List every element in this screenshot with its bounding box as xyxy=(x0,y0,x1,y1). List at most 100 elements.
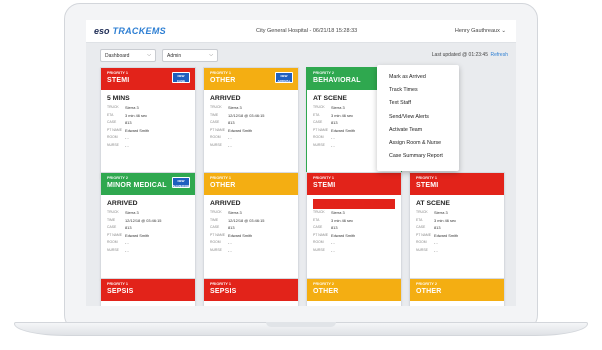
priority-label: PRIORITY 1 xyxy=(313,176,335,180)
card-header: PRIORITY 1 SEPSIS xyxy=(204,279,298,301)
field-row-case: CASE 813 xyxy=(416,225,441,231)
chevron-down-icon: ⌵ xyxy=(209,52,213,58)
user-menu[interactable]: Henry Gauthreaux ⌄ xyxy=(455,28,506,34)
card-header: PRIORITY 1 STEMI NEW CASE xyxy=(101,68,195,90)
case-card[interactable]: PRIORITY 1 STEMI AT SCENE TRUCK Sierra 3 … xyxy=(409,172,505,280)
card-body: ARRIVED TRUCK Sierra 3 TIME 12/12/18 @ 03:… xyxy=(204,195,298,259)
case-status: ARRIVED xyxy=(210,200,241,207)
card-body: ARRIVED TRUCK Sierra 3 TIME 12/12/18 @ 03:… xyxy=(101,195,195,259)
card-header: PRIORITY 1 OTHER xyxy=(204,173,298,195)
field-row-nurse: NURSE - - xyxy=(107,142,129,148)
case-type-label: OTHER xyxy=(313,288,339,295)
field-row-truck: TRUCK Sierra 3 xyxy=(210,105,242,110)
field-row-room: ROOM - - xyxy=(107,240,129,246)
field-row-case: CASE 813 xyxy=(313,225,338,231)
context-menu-item[interactable]: Mark as Arrived xyxy=(389,74,426,80)
case-type-label: STEMI xyxy=(416,182,439,189)
field-row-truck: TRUCK Sierra 3 xyxy=(107,210,139,215)
case-type-label: SEPSIS xyxy=(210,288,237,295)
case-card[interactable]: PRIORITY 1 SEPSIS xyxy=(203,278,299,306)
context-menu-item[interactable]: Assign Room & Nurse xyxy=(389,140,441,146)
card-header: PRIORITY 2 OTHER xyxy=(410,279,504,301)
field-row-eta: ETA 3 min 46 sec xyxy=(416,217,457,223)
dashboard-select-value: Dashboard xyxy=(105,53,130,59)
field-row-case: CASE 813 xyxy=(107,225,132,231)
field-row-pt-name: PT NAME Edward Smith xyxy=(210,127,253,133)
case-status: D2B 99999 MIN 59 SEC xyxy=(313,199,395,209)
case-card[interactable]: PRIORITY 1 SEPSIS xyxy=(100,278,196,306)
field-row-nurse: NURSE - - xyxy=(416,247,438,253)
field-row-pt-name: PT NAME Edward Smith xyxy=(416,232,459,238)
toolbar: Dashboard ⌵ Admin ⌵ Last updated @ 01:23… xyxy=(86,43,516,63)
field-row-case: CASE 813 xyxy=(210,225,235,231)
refresh-link[interactable]: Refresh xyxy=(490,52,508,58)
priority-label: PRIORITY 2 xyxy=(313,282,335,286)
case-status: 5 MINS xyxy=(107,95,130,102)
case-card[interactable]: PRIORITY 1 OTHER NEW ARRIVAL ARRIVED TRUC… xyxy=(203,67,299,179)
field-row-eta: TIME 12/12/18 @ 03:46:15 xyxy=(107,217,162,223)
card-header: PRIORITY 1 STEMI xyxy=(307,173,401,195)
priority-label: PRIORITY 2 xyxy=(416,282,438,286)
card-header: PRIORITY 2 OTHER xyxy=(307,279,401,301)
field-row-room: ROOM - - xyxy=(210,135,232,141)
context-menu-item[interactable]: Activate Team xyxy=(389,127,422,133)
field-row-nurse: NURSE - - xyxy=(107,247,129,253)
priority-label: PRIORITY 1 xyxy=(210,176,232,180)
case-card[interactable]: PRIORITY 1 OTHER ARRIVED TRUCK Sierra 3 T… xyxy=(203,172,299,280)
field-row-truck: TRUCK Sierra 3 xyxy=(313,210,345,215)
field-row-case: CASE 813 xyxy=(210,120,235,126)
field-row-nurse: NURSE - - xyxy=(210,247,232,253)
field-row-room: ROOM - - xyxy=(313,240,335,246)
chevron-down-icon: ⌵ xyxy=(147,52,151,58)
case-status: AT SCENE xyxy=(416,200,450,207)
hospital-title: City General Hospital - 06/21/18 15:28:3… xyxy=(256,28,358,34)
top-bar: eso TRACKEMS City General Hospital - 06/2… xyxy=(86,20,516,43)
laptop-notch xyxy=(266,322,336,327)
priority-label: PRIORITY 1 xyxy=(107,282,129,286)
field-row-pt-name: PT NAME Edward Smith xyxy=(313,232,356,238)
field-row-eta: ETA 3 min 46 sec xyxy=(313,217,354,223)
context-menu-item[interactable]: Track Times xyxy=(389,87,418,93)
new-status-badge[interactable]: NEW CASE xyxy=(172,72,190,83)
case-card[interactable]: PRIORITY 1 STEMI D2B 99999 MIN 59 SEC TR… xyxy=(306,172,402,280)
case-type-label: STEMI xyxy=(313,182,336,189)
new-status-badge[interactable]: NEW NAME/DOB xyxy=(172,177,190,188)
card-body: 5 MINS TRUCK Sierra 3 ETA 3 min 46 sec CAS… xyxy=(101,90,195,154)
case-type-label: OTHER xyxy=(210,182,236,189)
field-row-truck: TRUCK Sierra 3 xyxy=(210,210,242,215)
field-row-room: ROOM - - xyxy=(416,240,438,246)
card-body: AT SCENE TRUCK Sierra 3 ETA 3 min 46 sec C… xyxy=(410,195,504,259)
new-status-badge[interactable]: NEW ARRIVAL xyxy=(275,72,293,83)
logo-eso: eso xyxy=(94,26,110,36)
logo-trackems: TRACKEMS xyxy=(112,26,166,36)
field-row-eta: ETA 3 min 46 sec xyxy=(107,112,148,118)
field-row-truck: TRUCK Sierra 3 xyxy=(416,210,448,215)
field-row-truck: TRUCK Sierra 3 xyxy=(107,105,139,110)
case-card[interactable]: PRIORITY 2 OTHER xyxy=(306,278,402,306)
priority-label: PRIORITY 1 xyxy=(416,176,438,180)
card-body: D2B 99999 MIN 59 SEC TRUCK Sierra 3 ETA 3 … xyxy=(307,195,401,259)
field-row-eta: TIME 12/12/18 @ 03:46:15 xyxy=(210,112,265,118)
field-row-nurse: NURSE - - xyxy=(210,142,232,148)
field-row-pt-name: PT NAME Edward Smith xyxy=(210,232,253,238)
card-header: PRIORITY 1 SEPSIS xyxy=(101,279,195,301)
logo[interactable]: eso TRACKEMS xyxy=(94,26,166,36)
context-menu: Mark as Arrived Track Times Text Staff Send… xyxy=(377,65,459,171)
field-row-pt-name: PT NAME Edward Smith xyxy=(107,232,150,238)
case-card[interactable]: PRIORITY 2 OTHER xyxy=(409,278,505,306)
context-menu-item[interactable]: Text Staff xyxy=(389,100,411,106)
context-menu-item[interactable]: Case Summary Report xyxy=(389,153,443,159)
field-row-pt-name: PT NAME Edward Smith xyxy=(107,127,150,133)
card-body: ARRIVED TRUCK Sierra 3 TIME 12/12/18 @ 03:… xyxy=(204,90,298,154)
case-type-label: SEPSIS xyxy=(107,288,134,295)
priority-label: PRIORITY 1 xyxy=(210,282,232,286)
field-row-nurse: NURSE - - xyxy=(313,247,335,253)
field-row-room: ROOM - - xyxy=(107,135,129,141)
field-row-eta: TIME 12/12/18 @ 03:46:15 xyxy=(210,217,265,223)
admin-select[interactable]: Admin ⌵ xyxy=(162,49,218,62)
case-card[interactable]: PRIORITY 1 STEMI NEW CASE 5 MINS TRUCK Sie… xyxy=(100,67,196,179)
dashboard-select[interactable]: Dashboard ⌵ xyxy=(100,49,156,62)
context-menu-item[interactable]: Send/View Alerts xyxy=(389,114,429,120)
case-card[interactable]: PRIORITY 2 MINOR MEDICAL NEW NAME/DOB ARR… xyxy=(100,172,196,280)
field-row-case: CASE 813 xyxy=(107,120,132,126)
